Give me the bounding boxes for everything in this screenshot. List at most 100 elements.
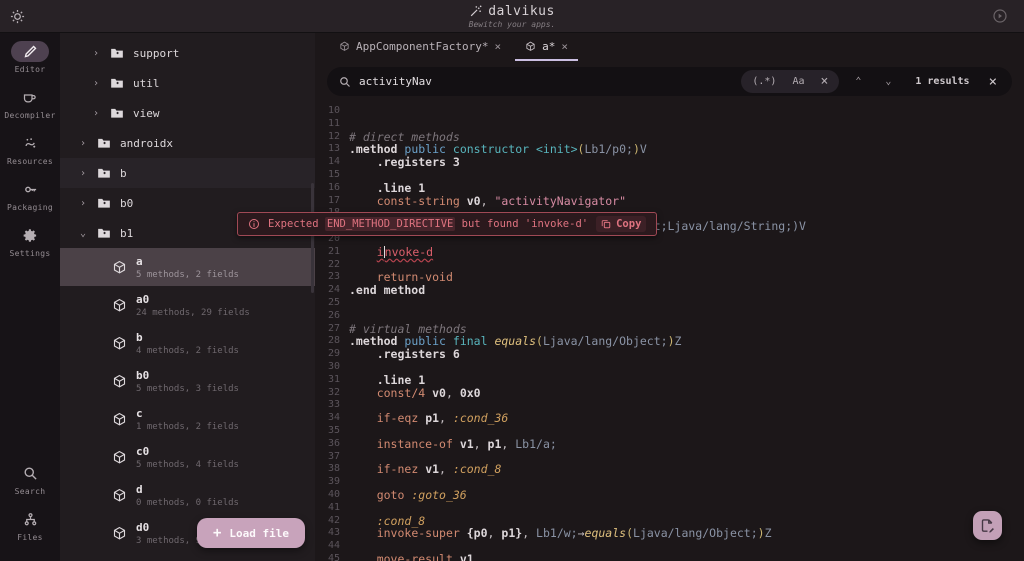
line-number: 36 xyxy=(315,438,349,451)
line-number: 39 xyxy=(315,476,349,489)
folder-icon xyxy=(97,137,111,149)
tree-folder-util[interactable]: › util xyxy=(60,68,315,98)
tree-scrollbar[interactable] xyxy=(311,183,314,293)
line-number: 28 xyxy=(315,335,349,348)
run-play-circle-icon[interactable] xyxy=(990,6,1010,26)
tree-folder-b[interactable]: ›b xyxy=(60,158,315,188)
pencil-icon xyxy=(11,41,49,62)
code-line: 14 .registers 3 xyxy=(315,156,1024,169)
line-number: 35 xyxy=(315,425,349,438)
tab-AppComponentFactory[interactable]: AppComponentFactory* × xyxy=(329,33,511,61)
class-meta: 4 methods, 2 fields xyxy=(136,346,239,356)
tab-label: a* xyxy=(542,40,555,53)
line-number: 30 xyxy=(315,361,349,374)
tree-class-a[interactable]: a5 methods, 2 fields xyxy=(60,248,315,286)
sidebar-item-decompiler[interactable]: Decompiler xyxy=(4,87,55,120)
tree-class-a0[interactable]: a024 methods, 29 fields xyxy=(60,286,315,324)
line-number: 33 xyxy=(315,399,349,412)
chevron-right-icon[interactable]: › xyxy=(93,48,101,59)
error-tooltip: Expected END_METHOD_DIRECTIVE but found … xyxy=(237,212,657,236)
save-edit-fab[interactable] xyxy=(973,511,1002,540)
sidebar-item-settings[interactable]: Settings xyxy=(10,225,51,258)
chevron-right-icon[interactable]: › xyxy=(80,198,88,209)
sidebar-item-label: Settings xyxy=(10,249,51,258)
class-meta: 0 methods, 0 fields xyxy=(136,498,239,508)
tree-folder-view[interactable]: ›view xyxy=(60,98,315,128)
theme-toggle-icon[interactable] xyxy=(0,0,34,33)
class-name: c0 xyxy=(136,445,239,458)
error-message: Expected END_METHOD_DIRECTIVE but found … xyxy=(268,218,588,230)
chevron-right-icon[interactable]: › xyxy=(93,108,101,119)
case-sensitive-toggle[interactable]: Aa xyxy=(785,76,811,87)
tree-class-c0[interactable]: c05 methods, 4 fields xyxy=(60,438,315,476)
search-options-group: (.*) Aa × xyxy=(741,70,839,93)
line-number: 44 xyxy=(315,540,349,553)
resources-icon xyxy=(11,133,49,154)
tab-close-icon[interactable]: × xyxy=(494,40,501,53)
sidebar-item-editor[interactable]: Editor xyxy=(11,41,49,74)
sidebar-item-files[interactable]: Files xyxy=(11,509,49,542)
regex-toggle[interactable]: (.*) xyxy=(745,76,783,87)
class-cube-icon xyxy=(112,374,127,389)
code-line: 38 if-nez v1, :cond_8 xyxy=(315,463,1024,476)
code-line: 21 invoke-d xyxy=(315,246,1024,259)
sidebar-item-label: Files xyxy=(17,533,43,542)
files-tree-icon xyxy=(11,509,49,530)
sidebar-item-resources[interactable]: Resources xyxy=(7,133,53,166)
code-line: 29 .registers 6 xyxy=(315,348,1024,361)
load-file-button[interactable]: + Load file xyxy=(197,518,305,548)
search-bar[interactable]: activityNav (.*) Aa × ⌃ ⌄ 1 results × xyxy=(327,67,1012,96)
folder-icon xyxy=(97,227,111,239)
close-search-icon[interactable]: × xyxy=(986,74,1000,90)
sidebar-item-search[interactable]: Search xyxy=(11,463,49,496)
line-number: 22 xyxy=(315,259,349,272)
search-input[interactable]: activityNav xyxy=(359,75,432,88)
code-line: 17 const-string v0, "activityNavigator" xyxy=(315,195,1024,208)
code-line: 10 xyxy=(315,105,1024,118)
code-line: 43 invoke-super {p0, p1}, Lb1/w;→equals(… xyxy=(315,527,1024,540)
folder-icon xyxy=(110,77,124,89)
code-editor[interactable]: 101112# direct methods13.method public c… xyxy=(315,101,1024,561)
tab-label: AppComponentFactory* xyxy=(356,40,488,53)
tab-class-icon xyxy=(525,41,536,52)
chevron-right-icon[interactable]: › xyxy=(80,138,88,149)
tree-class-c[interactable]: c1 methods, 2 fields xyxy=(60,400,315,438)
tab-close-icon[interactable]: × xyxy=(561,40,568,53)
line-number: 21 xyxy=(315,246,349,259)
line-number: 17 xyxy=(315,195,349,208)
chevron-down-icon[interactable]: ⌄ xyxy=(80,228,88,239)
cup-icon xyxy=(11,87,49,108)
tree-folder-support[interactable]: ›support xyxy=(60,38,315,68)
chevron-right-icon[interactable]: › xyxy=(93,78,101,89)
next-result-chevron-icon[interactable]: ⌄ xyxy=(877,76,899,87)
sidebar-item-packaging[interactable]: Packaging xyxy=(7,179,53,212)
class-cube-icon xyxy=(112,450,127,465)
folder-label: util xyxy=(133,77,160,90)
tree-class-d[interactable]: d0 methods, 0 fields xyxy=(60,476,315,514)
line-number: 23 xyxy=(315,271,349,284)
copy-error-button[interactable]: Copy xyxy=(596,216,646,232)
tree-folder-androidx[interactable]: ›androidx xyxy=(60,128,315,158)
line-number: 25 xyxy=(315,297,349,310)
search-icon xyxy=(339,76,351,88)
line-number: 38 xyxy=(315,463,349,476)
clear-search-icon[interactable]: × xyxy=(813,74,835,89)
chevron-right-icon[interactable]: › xyxy=(80,168,88,179)
class-name: a0 xyxy=(136,293,250,306)
line-number: 32 xyxy=(315,387,349,400)
class-meta: 5 methods, 3 fields xyxy=(136,384,239,394)
sidebar-item-label: Decompiler xyxy=(4,111,55,120)
prev-result-chevron-icon[interactable]: ⌃ xyxy=(847,76,869,87)
editor-area: AppComponentFactory* × a* × activityNav (.*… xyxy=(315,33,1024,561)
tree-class-b[interactable]: b4 methods, 2 fields xyxy=(60,324,315,362)
line-number: 43 xyxy=(315,527,349,540)
error-info-icon xyxy=(248,218,260,230)
line-number: 10 xyxy=(315,105,349,118)
line-number: 11 xyxy=(315,118,349,131)
tree-class-b0[interactable]: b05 methods, 3 fields xyxy=(60,362,315,400)
tab-a[interactable]: a* × xyxy=(515,33,578,61)
line-number: 14 xyxy=(315,156,349,169)
line-number: 37 xyxy=(315,451,349,464)
line-number: 24 xyxy=(315,284,349,297)
folder-label: b1 xyxy=(120,227,133,240)
